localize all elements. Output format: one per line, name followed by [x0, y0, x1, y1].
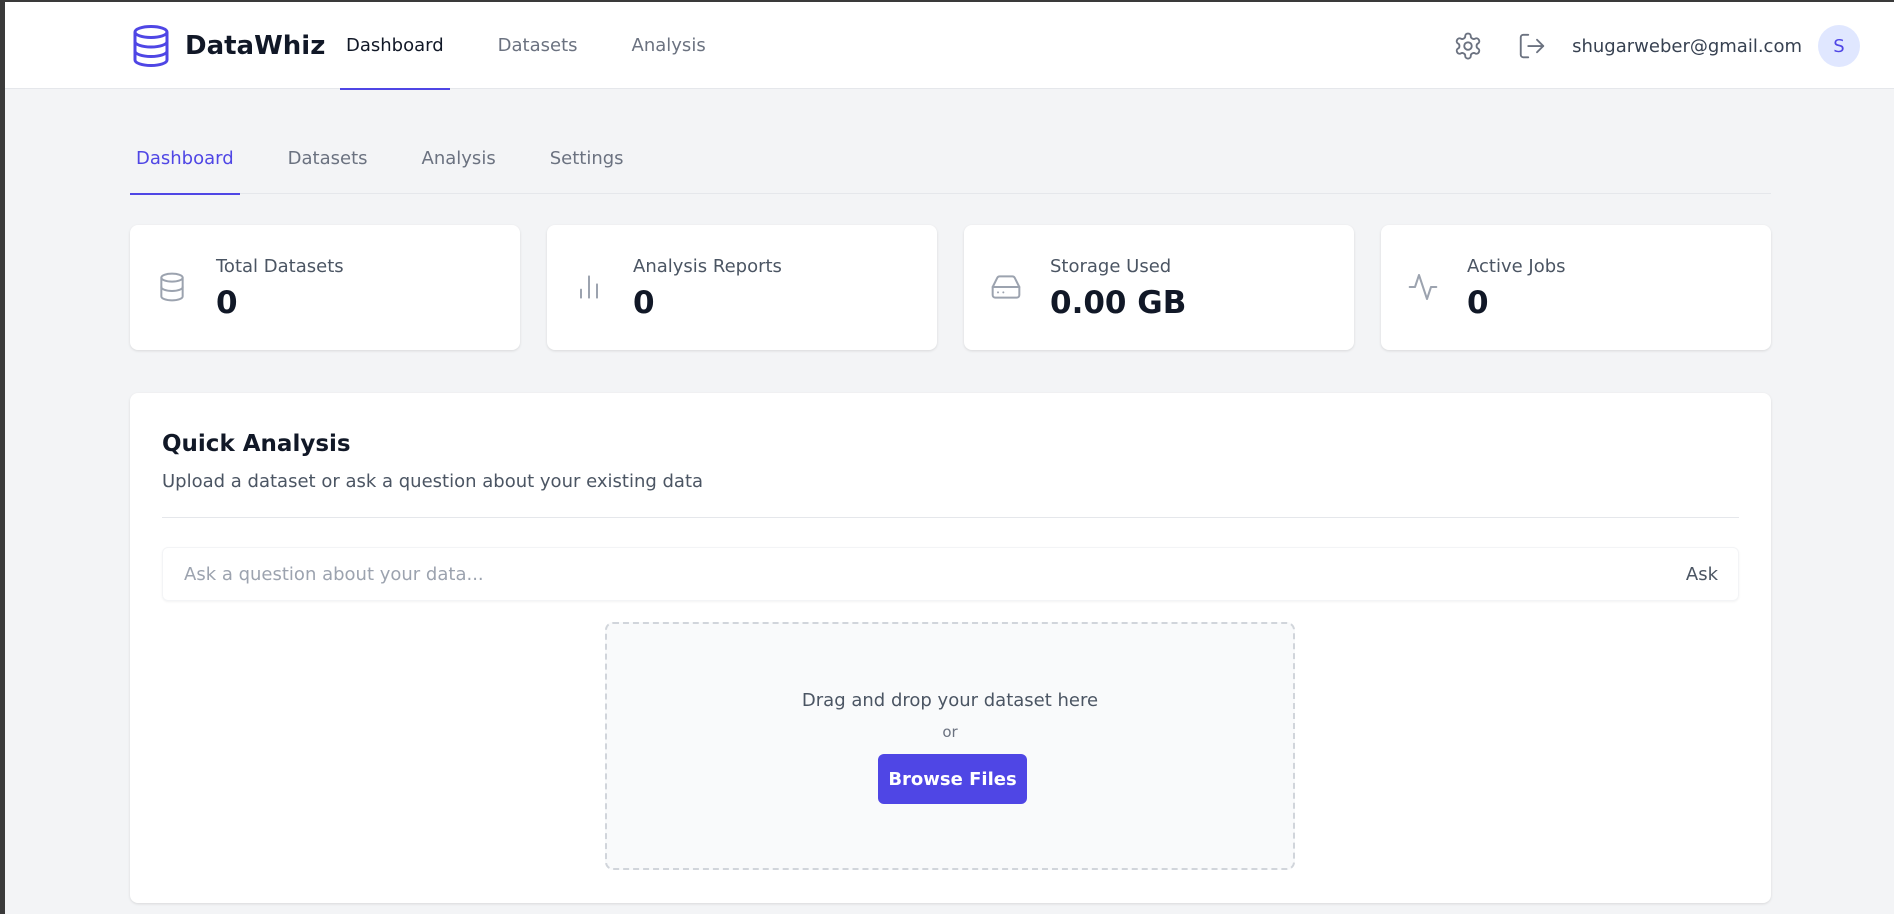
settings-button[interactable]: [1450, 28, 1486, 64]
stat-card-analysis-reports: Analysis Reports 0: [547, 225, 937, 350]
stat-label: Analysis Reports: [633, 256, 782, 277]
header-actions: shugarweber@gmail.com S: [1450, 24, 1860, 68]
stat-value: 0: [1467, 285, 1489, 321]
top-nav: Dashboard Datasets Analysis: [340, 2, 754, 90]
panel-description: Upload a dataset or ask a question about…: [162, 471, 704, 492]
avatar[interactable]: S: [1818, 25, 1860, 67]
divider: [162, 517, 1739, 518]
database-icon: [133, 25, 169, 68]
panel-title: Quick Analysis: [162, 431, 351, 457]
stat-card-active-jobs: Active Jobs 0: [1381, 225, 1771, 350]
tab-datasets[interactable]: Datasets: [282, 134, 374, 194]
stat-value: 0: [633, 285, 655, 321]
quick-analysis-panel: Quick Analysis Upload a dataset or ask a…: [130, 393, 1771, 903]
topnav-item-dashboard[interactable]: Dashboard: [340, 2, 450, 90]
tab-settings[interactable]: Settings: [544, 134, 630, 194]
stat-label: Storage Used: [1050, 256, 1172, 277]
dropzone-or: or: [942, 723, 958, 741]
stat-label: Total Datasets: [216, 256, 344, 277]
dropzone-title: Drag and drop your dataset here: [801, 690, 1099, 711]
section-tabs: Dashboard Datasets Analysis Settings: [130, 134, 1771, 195]
ask-question-input[interactable]: [163, 548, 1666, 600]
stat-card-storage-used: Storage Used 0.00 GB: [964, 225, 1354, 350]
stat-value: 0.00 GB: [1050, 285, 1187, 321]
user-email: shugarweber@gmail.com: [1572, 35, 1802, 57]
stat-card-total-datasets: Total Datasets 0: [130, 225, 520, 350]
tab-analysis[interactable]: Analysis: [416, 134, 502, 194]
stat-value: 0: [216, 285, 238, 321]
ask-question-bar: Ask: [162, 547, 1739, 601]
ask-button[interactable]: Ask: [1666, 564, 1738, 585]
file-dropzone[interactable]: Drag and drop your dataset here or Brows…: [605, 622, 1295, 870]
stat-label: Active Jobs: [1467, 256, 1566, 277]
browse-files-button[interactable]: Browse Files: [878, 754, 1027, 804]
gear-icon: [1455, 32, 1481, 60]
logout-icon: [1519, 33, 1545, 59]
window-border-left: [0, 0, 5, 914]
bar-chart-icon: [580, 275, 598, 299]
hard-drive-icon: [991, 275, 1021, 299]
brand-name: DataWhiz: [185, 31, 326, 61]
stats-row: Total Datasets 0 Analysis Reports 0 Stor…: [130, 225, 1771, 350]
brand[interactable]: DataWhiz: [131, 24, 325, 68]
logout-button[interactable]: [1514, 28, 1550, 64]
topnav-item-datasets[interactable]: Datasets: [492, 2, 584, 89]
topnav-item-analysis[interactable]: Analysis: [626, 2, 712, 89]
top-navbar: DataWhiz Dashboard Datasets Analysis shu…: [5, 2, 1894, 90]
database-icon: [160, 272, 184, 302]
activity-icon: [1408, 274, 1438, 300]
tab-dashboard[interactable]: Dashboard: [130, 134, 240, 195]
